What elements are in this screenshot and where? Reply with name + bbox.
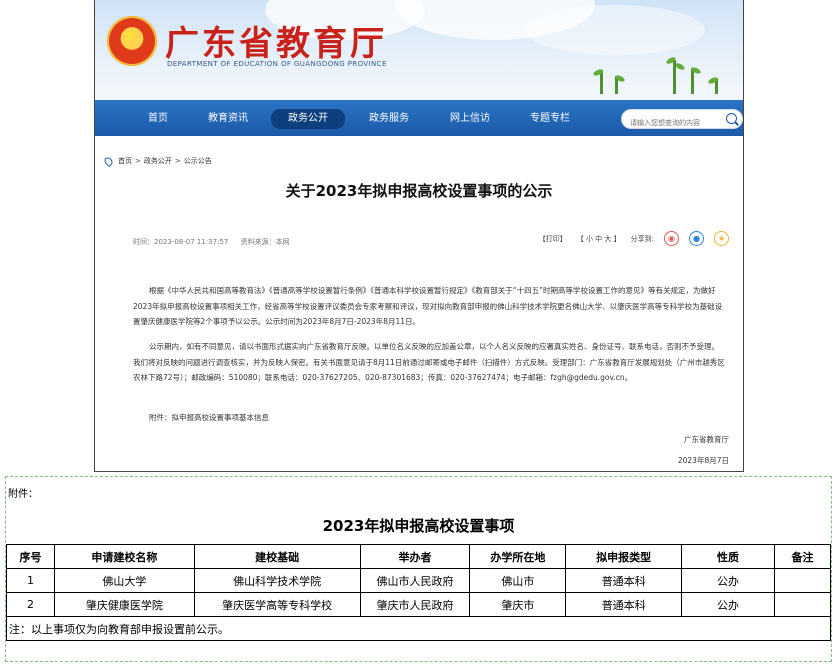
cell-remark bbox=[773, 592, 832, 617]
webpage-frame: ★ 广东省教育厅 DEPARTMENT OF EDUCATION OF GUAN… bbox=[94, 0, 744, 472]
article-title: 关于2023年拟申报高校设置事项的公示 bbox=[285, 182, 553, 200]
table-note-row: 注：以上事项仅为向教育部申报设置前公示。 bbox=[6, 616, 831, 641]
cell-type: 普通本科 bbox=[565, 568, 683, 593]
article-source: 资料来源：本网 bbox=[240, 238, 290, 246]
article-paragraph-2: 公示期内，如有不同意见，请以书面形式据实向广东省教育厅反映。以单位名义反映的应加… bbox=[133, 342, 725, 382]
main-nav: 首页 教育资讯 政务公开 政务服务 网上信访 专题专栏 bbox=[95, 100, 743, 136]
nav-item-news[interactable]: 教育资讯 bbox=[203, 110, 253, 128]
signature-date: 2023年8月7日 bbox=[677, 456, 729, 465]
table-note: 注：以上事项仅为向教育部申报设置前公示。 bbox=[6, 616, 831, 641]
attachment-link[interactable]: 附件：拟申报高校设置事项基本信息 bbox=[133, 410, 725, 426]
search-icon[interactable] bbox=[726, 113, 737, 124]
share-label: 分享到: bbox=[630, 234, 654, 243]
nav-item-services[interactable]: 政务服务 bbox=[363, 110, 415, 128]
article-meta: 时间：2023-08-07 11:37:57 资料来源：本网 bbox=[133, 237, 300, 247]
attachment-label: 附件： bbox=[8, 489, 38, 500]
cell-school-name: 佛山大学 bbox=[53, 568, 195, 593]
cell-index: 1 bbox=[6, 568, 55, 593]
breadcrumb-home[interactable]: 首页 bbox=[118, 156, 132, 166]
nav-item-home[interactable]: 首页 bbox=[133, 110, 183, 128]
cell-nature: 公办 bbox=[681, 592, 775, 617]
article-tools: 【打印】 【 小 中 大 】 分享到: ◉ ● ★ bbox=[539, 231, 729, 246]
signer: 广东省教育厅 bbox=[684, 435, 729, 444]
breadcrumb-notices[interactable]: 公示公告 bbox=[184, 156, 212, 166]
breadcrumb-gov-affairs[interactable]: 政务公开 bbox=[144, 156, 172, 166]
cell-location: 佛山市 bbox=[469, 568, 567, 593]
site-banner: ★ 广东省教育厅 DEPARTMENT OF EDUCATION OF GUAN… bbox=[95, 0, 743, 100]
header-remark: 备注 bbox=[773, 544, 832, 569]
print-button[interactable]: 【打印】 bbox=[539, 234, 567, 244]
cell-school-name: 肇庆健康医学院 bbox=[53, 592, 195, 617]
table-row: 1 佛山大学 佛山科学技术学院 佛山市人民政府 佛山市 普通本科 公办 bbox=[6, 568, 832, 593]
search-box bbox=[621, 109, 743, 132]
header-index: 序号 bbox=[6, 544, 55, 569]
cell-type: 普通本科 bbox=[565, 592, 683, 617]
nav-item-topics[interactable]: 专题专栏 bbox=[525, 110, 575, 128]
location-icon bbox=[102, 155, 115, 167]
breadcrumb-separator: > bbox=[135, 157, 141, 165]
weibo-icon[interactable]: ◉ bbox=[664, 231, 679, 246]
cell-sponsor: 肇庆市人民政府 bbox=[359, 592, 471, 617]
nav-item-petition[interactable]: 网上信访 bbox=[445, 110, 495, 128]
breadcrumb: 首页 > 政务公开 > 公示公告 bbox=[102, 155, 212, 167]
qq-icon[interactable]: ● bbox=[689, 231, 704, 246]
qzone-icon[interactable]: ★ bbox=[714, 231, 729, 246]
attachment-title: 2023年拟申报高校设置事项 bbox=[322, 517, 515, 535]
header-basis: 建校基础 bbox=[193, 544, 361, 569]
cell-basis: 肇庆医学高等专科学校 bbox=[193, 592, 361, 617]
font-size-switcher[interactable]: 【 小 中 大 】 bbox=[577, 234, 621, 244]
cell-index: 2 bbox=[6, 592, 55, 617]
header-location: 办学所在地 bbox=[469, 544, 567, 569]
site-subtitle: DEPARTMENT OF EDUCATION OF GUANGDONG PRO… bbox=[167, 60, 387, 68]
attachment-section: 附件： 2023年拟申报高校设置事项 序号 申请建校名称 建校基础 举办者 办学… bbox=[5, 476, 832, 662]
nav-item-gov-affairs[interactable]: 政务公开 bbox=[271, 109, 345, 129]
header-nature: 性质 bbox=[681, 544, 775, 569]
breadcrumb-separator: > bbox=[174, 157, 181, 165]
cell-location: 肇庆市 bbox=[469, 592, 567, 617]
header-type: 拟申报类型 bbox=[565, 544, 683, 569]
cell-basis: 佛山科学技术学院 bbox=[193, 568, 361, 593]
table-header-row: 序号 申请建校名称 建校基础 举办者 办学所在地 拟申报类型 性质 备注 bbox=[6, 544, 832, 569]
cell-remark bbox=[773, 568, 832, 593]
cell-sponsor: 佛山市人民政府 bbox=[359, 568, 471, 593]
publish-time: 时间：2023-08-07 11:37:57 bbox=[133, 238, 229, 246]
header-school-name: 申请建校名称 bbox=[53, 544, 195, 569]
search-input[interactable] bbox=[622, 114, 722, 132]
header-sponsor: 举办者 bbox=[359, 544, 471, 569]
site-title: 广东省教育厅 bbox=[165, 24, 387, 64]
table-row: 2 肇庆健康医学院 肇庆医学高等专科学校 肇庆市人民政府 肇庆市 普通本科 公办 bbox=[6, 592, 832, 617]
article-paragraph-1: 根据《中华人民共和国高等教育法》《普通高等学校设置暂行条例》《普通本科学校设置暂… bbox=[133, 286, 723, 326]
matters-table: 序号 申请建校名称 建校基础 举办者 办学所在地 拟申报类型 性质 备注 1 佛… bbox=[6, 544, 832, 641]
cell-nature: 公办 bbox=[681, 568, 775, 593]
emblem-icon: ★ bbox=[107, 16, 157, 66]
